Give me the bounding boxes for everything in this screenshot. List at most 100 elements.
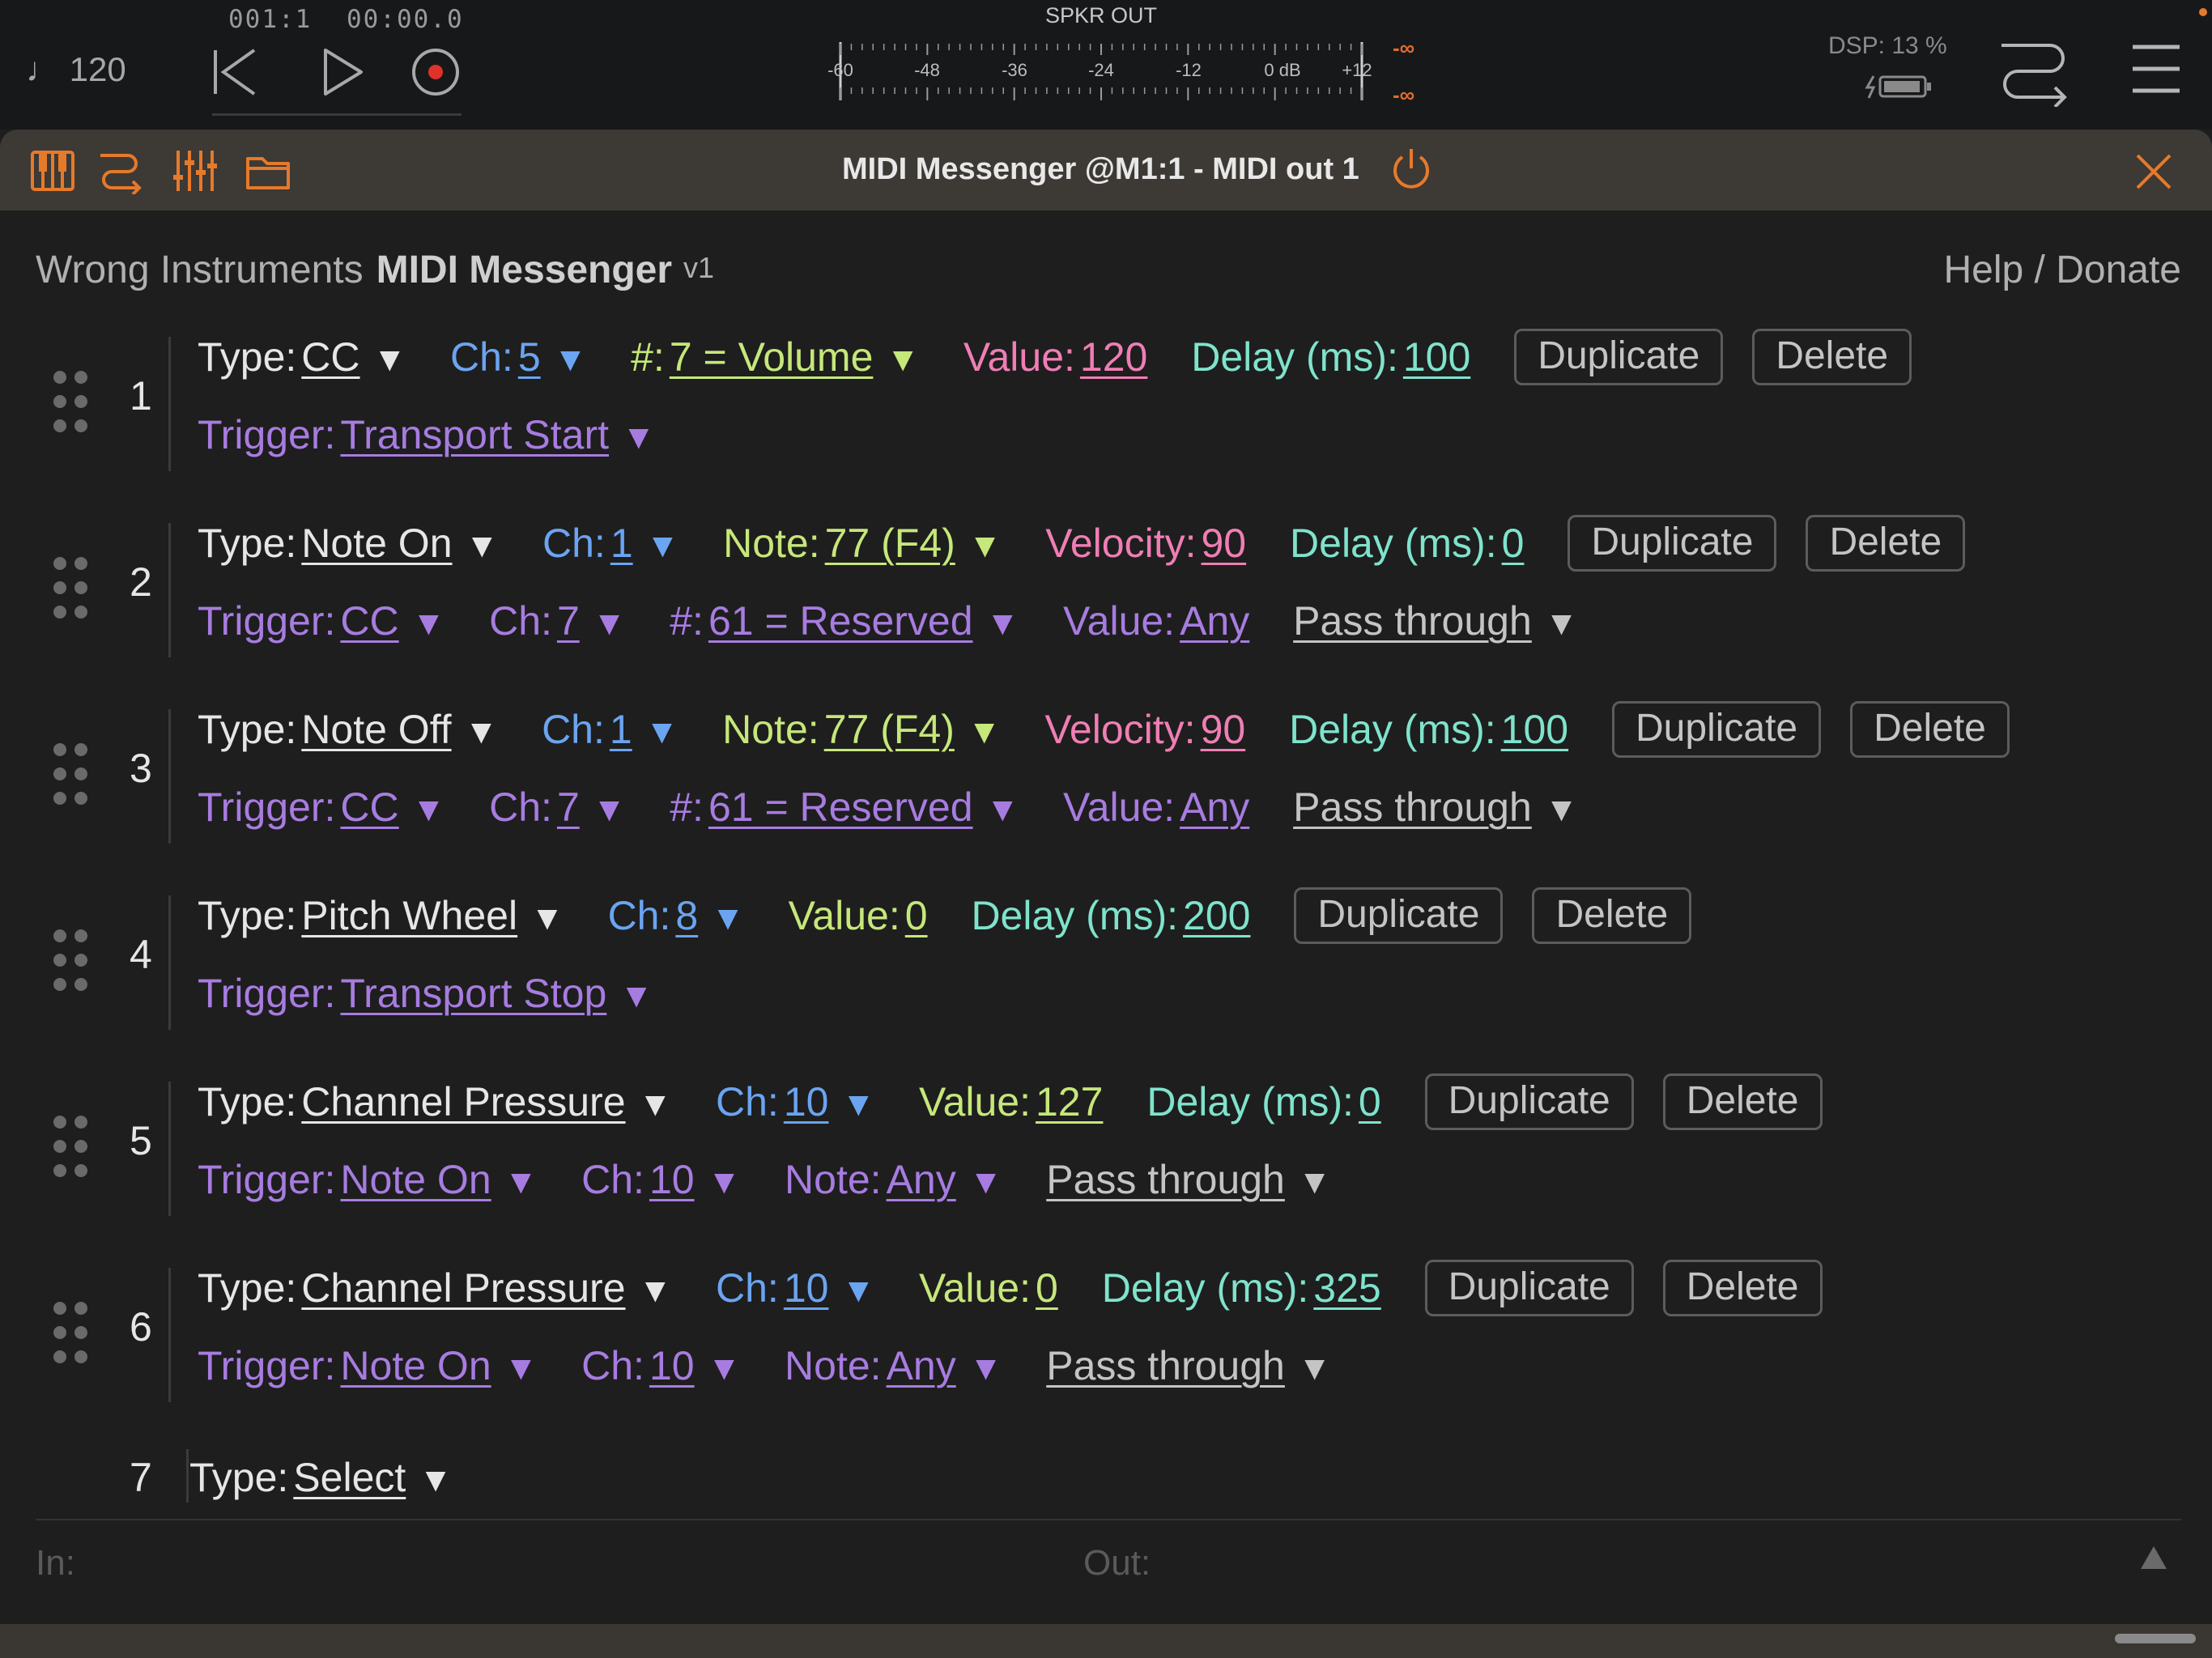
dropdown-arrow-icon[interactable]: ▼ xyxy=(412,790,446,828)
drag-handle-icon[interactable] xyxy=(53,371,91,432)
delay-field[interactable]: Delay (ms): 200 xyxy=(971,887,1250,944)
delay-value[interactable]: 100 xyxy=(1403,334,1470,380)
delay-field[interactable]: Delay (ms): 325 xyxy=(1102,1260,1381,1316)
channel-value[interactable]: 5 xyxy=(518,334,541,380)
dropdown-arrow-icon[interactable]: ▼ xyxy=(708,1349,742,1387)
channel-field[interactable]: Ch: 10 ▼ xyxy=(716,1073,875,1133)
cc-number-field[interactable]: #: 7 = Volume ▼ xyxy=(631,329,920,388)
tempo-display[interactable]: ♩ 120 xyxy=(26,50,126,89)
pass-through-field[interactable]: Pass through ▼ xyxy=(1293,593,1578,652)
dropdown-arrow-icon[interactable]: ▼ xyxy=(708,1163,742,1201)
type-field[interactable]: Type: Note Off ▼ xyxy=(198,701,498,760)
dropdown-arrow-icon[interactable]: ▼ xyxy=(968,526,1002,564)
channel-value[interactable]: 1 xyxy=(610,521,633,566)
value-field[interactable]: Value: 0 xyxy=(789,887,928,944)
trigger-channel-field[interactable]: Ch: 10 ▼ xyxy=(581,1337,741,1397)
trigger-field[interactable]: Trigger: Transport Stop ▼ xyxy=(198,965,653,1024)
note-value[interactable]: 77 (F4) xyxy=(825,521,955,566)
trigger-field[interactable]: Trigger: CC ▼ xyxy=(198,779,445,838)
type-value[interactable]: Pitch Wheel xyxy=(301,893,517,938)
delete-button[interactable]: Delete xyxy=(1532,887,1692,944)
dropdown-arrow-icon[interactable]: ▼ xyxy=(504,1349,538,1387)
trigger-cc-field[interactable]: #: 61 = Reserved ▼ xyxy=(670,779,1019,838)
duplicate-button[interactable]: Duplicate xyxy=(1612,701,1822,758)
dropdown-arrow-icon[interactable]: ▼ xyxy=(466,526,500,564)
dropdown-arrow-icon[interactable]: ▼ xyxy=(646,526,680,564)
dropdown-arrow-icon[interactable]: ▼ xyxy=(593,604,627,642)
delay-value[interactable]: 0 xyxy=(1359,1079,1381,1124)
dropdown-arrow-icon[interactable]: ▼ xyxy=(1545,604,1579,642)
trigger-value[interactable]: Transport Stop xyxy=(340,971,606,1016)
dropdown-arrow-icon[interactable]: ▼ xyxy=(419,1460,453,1499)
type-value[interactable]: Channel Pressure xyxy=(301,1265,625,1311)
pass-through-field[interactable]: Pass through ▼ xyxy=(1046,1337,1331,1397)
dropdown-arrow-icon[interactable]: ▼ xyxy=(465,712,499,750)
type-field[interactable]: Type: CC ▼ xyxy=(198,329,406,388)
channel-value[interactable]: 8 xyxy=(675,893,698,938)
drag-handle-icon[interactable] xyxy=(53,929,91,991)
trigger-value-value[interactable]: Any xyxy=(1180,784,1249,830)
cc-number-value[interactable]: 7 = Volume xyxy=(670,334,874,380)
dropdown-arrow-icon[interactable]: ▼ xyxy=(639,1085,673,1123)
pass-through-value[interactable]: Pass through xyxy=(1046,1157,1285,1202)
dropdown-arrow-icon[interactable]: ▼ xyxy=(711,899,745,937)
trigger-value[interactable]: Transport Start xyxy=(340,412,609,457)
dropdown-arrow-icon[interactable]: ▼ xyxy=(968,712,1002,750)
note-field[interactable]: Note: 77 (F4) ▼ xyxy=(723,515,1002,574)
trigger-value-field[interactable]: Value: Any xyxy=(1063,593,1249,649)
trigger-channel-value[interactable]: 7 xyxy=(557,784,580,830)
trigger-cc-value[interactable]: 61 = Reserved xyxy=(708,784,973,830)
dropdown-arrow-icon[interactable]: ▼ xyxy=(504,1163,538,1201)
type-value[interactable]: CC xyxy=(301,334,359,380)
duplicate-button[interactable]: Duplicate xyxy=(1294,887,1504,944)
delete-button[interactable]: Delete xyxy=(1662,1260,1823,1316)
trigger-note-field[interactable]: Note: Any ▼ xyxy=(785,1151,1002,1210)
dropdown-arrow-icon[interactable]: ▼ xyxy=(986,790,1020,828)
note-value[interactable]: 77 (F4) xyxy=(824,707,955,752)
delay-field[interactable]: Delay (ms): 0 xyxy=(1290,515,1524,572)
trigger-value[interactable]: Note On xyxy=(340,1157,491,1202)
dropdown-arrow-icon[interactable]: ▼ xyxy=(622,418,656,456)
dropdown-arrow-icon[interactable]: ▼ xyxy=(1298,1349,1332,1387)
drag-handle-icon[interactable] xyxy=(53,1116,91,1177)
delay-value[interactable]: 0 xyxy=(1502,521,1525,566)
channel-field[interactable]: Ch: 10 ▼ xyxy=(716,1260,875,1319)
record-button[interactable] xyxy=(403,40,468,105)
channel-value[interactable]: 10 xyxy=(784,1265,829,1311)
trigger-value[interactable]: CC xyxy=(340,598,398,644)
menu-icon[interactable] xyxy=(2129,40,2183,97)
delay-value[interactable]: 100 xyxy=(1501,707,1568,752)
dropdown-arrow-icon[interactable]: ▼ xyxy=(969,1163,1003,1201)
play-button[interactable] xyxy=(311,40,376,105)
trigger-cc-value[interactable]: 61 = Reserved xyxy=(708,598,973,644)
trigger-field[interactable]: Trigger: Note On ▼ xyxy=(198,1151,538,1210)
help-donate-link[interactable]: Help / Donate xyxy=(1943,248,2181,292)
dropdown-arrow-icon[interactable]: ▼ xyxy=(593,790,627,828)
delay-value[interactable]: 325 xyxy=(1313,1265,1380,1311)
dropdown-arrow-icon[interactable]: ▼ xyxy=(986,604,1020,642)
trigger-note-field[interactable]: Note: Any ▼ xyxy=(785,1337,1002,1397)
value-value[interactable]: 0 xyxy=(1036,1265,1058,1311)
trigger-value-value[interactable]: Any xyxy=(1180,598,1249,644)
trigger-note-value[interactable]: Any xyxy=(887,1343,956,1388)
trigger-field[interactable]: Trigger: Note On ▼ xyxy=(198,1337,538,1397)
value-field[interactable]: Value: 127 xyxy=(919,1073,1104,1130)
dropdown-arrow-icon[interactable]: ▼ xyxy=(639,1271,673,1309)
dropdown-arrow-icon[interactable]: ▼ xyxy=(645,712,679,750)
dropdown-arrow-icon[interactable]: ▼ xyxy=(886,340,920,378)
delay-field[interactable]: Delay (ms): 100 xyxy=(1191,329,1470,385)
trigger-value-field[interactable]: Value: Any xyxy=(1063,779,1249,835)
peak-right[interactable]: -∞ xyxy=(1393,83,1414,108)
trigger-channel-field[interactable]: Ch: 7 ▼ xyxy=(489,779,626,838)
close-icon[interactable] xyxy=(2129,147,2178,196)
delay-field[interactable]: Delay (ms): 0 xyxy=(1146,1073,1380,1130)
dropdown-arrow-icon[interactable]: ▼ xyxy=(841,1085,875,1123)
expand-up-icon[interactable] xyxy=(2138,1541,2170,1574)
trigger-channel-value[interactable]: 10 xyxy=(649,1343,695,1388)
value-value[interactable]: 127 xyxy=(1036,1079,1103,1124)
channel-value[interactable]: 10 xyxy=(784,1079,829,1124)
type-value[interactable]: Note On xyxy=(301,521,452,566)
delay-field[interactable]: Delay (ms): 100 xyxy=(1289,701,1568,758)
trigger-channel-value[interactable]: 10 xyxy=(649,1157,695,1202)
rewind-button[interactable] xyxy=(204,40,269,105)
